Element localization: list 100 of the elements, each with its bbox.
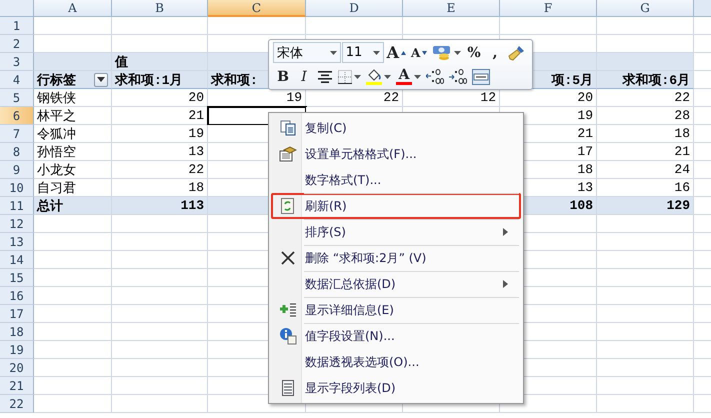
paint-bucket-icon	[366, 68, 382, 84]
menu-item[interactable]: 数据汇总依据(D)	[271, 271, 521, 297]
menu-item[interactable]: 排序(S)	[271, 219, 521, 245]
merge-cells-icon	[472, 68, 490, 84]
column-header[interactable]: D	[306, 0, 403, 17]
caret-icon	[384, 74, 391, 78]
format-button[interactable]: %	[464, 42, 484, 63]
list-icon	[282, 380, 294, 396]
row-header[interactable]: 18	[0, 323, 34, 341]
table-cell: 21	[112, 107, 208, 125]
row-header[interactable]: 11	[0, 197, 34, 215]
table-cell: 孙悟空	[34, 143, 112, 161]
row-header[interactable]: 5	[0, 89, 34, 107]
row-header[interactable]: 7	[0, 125, 34, 143]
caret-icon	[414, 74, 421, 78]
copy-icon	[280, 120, 296, 136]
table-cell: 22	[112, 161, 208, 179]
row-header[interactable]: 2	[0, 35, 34, 53]
table-cell: 20	[112, 89, 208, 107]
caret-icon	[454, 50, 462, 54]
grow-font-button[interactable]: A	[384, 42, 408, 63]
row-header[interactable]: 16	[0, 287, 34, 305]
table-cell: 自习君	[34, 179, 112, 197]
info-icon	[279, 327, 297, 345]
font-size-field[interactable]: 11	[342, 42, 384, 63]
column-header[interactable]: F	[500, 0, 597, 17]
row-header[interactable]: 9	[0, 161, 34, 179]
table-cell: 钢铁侠	[34, 89, 112, 107]
font-color-button[interactable]: A	[394, 66, 423, 87]
row-header[interactable]: 3	[0, 53, 34, 71]
column-header[interactable]: C	[208, 0, 306, 17]
center-align-icon	[318, 70, 332, 82]
row-header[interactable]: 4	[0, 71, 34, 89]
table-cell: 令狐冲	[34, 125, 112, 143]
increase-decimal-button[interactable]	[424, 66, 446, 87]
table-cell: 小龙女	[34, 161, 112, 179]
row-header[interactable]: 10	[0, 179, 34, 197]
decrease-decimal-button[interactable]	[447, 66, 469, 87]
row-header[interactable]: 6	[0, 107, 34, 125]
table-cell: 16	[597, 179, 694, 197]
row-header[interactable]: 13	[0, 233, 34, 251]
row-label-heading: 行标签	[37, 72, 76, 88]
row-header[interactable]: 8	[0, 143, 34, 161]
row-header[interactable]: 22	[0, 395, 34, 413]
format-button[interactable]: ,	[485, 42, 506, 63]
table-cell: 129	[597, 197, 694, 215]
column-header[interactable]: B	[112, 0, 208, 17]
table-cell: 22	[306, 89, 403, 107]
merge-button[interactable]	[470, 66, 492, 87]
close-icon	[281, 251, 295, 265]
menu-item[interactable]: 刷新(R)	[271, 193, 521, 219]
column-header[interactable]: E	[403, 0, 500, 17]
table-cell: 19	[208, 89, 306, 107]
decimal-icon	[426, 68, 444, 84]
table-cell: 值	[112, 53, 208, 71]
money-icon	[432, 44, 452, 62]
menu-item[interactable]: 值字段设置(N)...	[271, 323, 521, 349]
column-header[interactable]: A	[34, 0, 112, 17]
triangle-icon	[401, 50, 406, 54]
row-header[interactable]: 14	[0, 251, 34, 269]
borders-icon	[338, 70, 352, 84]
table-cell: 22	[597, 89, 694, 107]
submenu-arrow-icon	[503, 228, 508, 236]
table-cell: 21	[597, 143, 694, 161]
table-cell: 28	[597, 107, 694, 125]
row-header[interactable]: 15	[0, 269, 34, 287]
row-header[interactable]: 20	[0, 359, 34, 377]
shrink-font-button[interactable]: A	[408, 42, 430, 63]
table-cell: 林平之	[34, 107, 112, 125]
table-cell: 12	[403, 89, 500, 107]
table-cell: 113	[112, 197, 208, 215]
caret-icon	[354, 74, 361, 78]
format-cells-icon	[279, 146, 297, 162]
row-header[interactable]: 1	[0, 17, 34, 35]
table-cell: 20	[500, 89, 597, 107]
row-header[interactable]: 17	[0, 305, 34, 323]
table-cell: 总计	[34, 197, 112, 215]
paintbrush-icon	[508, 44, 526, 62]
decimal-icon	[449, 68, 467, 84]
caret-icon	[372, 50, 380, 54]
menu-item[interactable]: 数据透视表选项(O)...	[271, 349, 521, 375]
row-header[interactable]: 12	[0, 215, 34, 233]
table-cell: 24	[597, 161, 694, 179]
submenu-arrow-icon	[503, 280, 508, 288]
row-header[interactable]: 21	[0, 377, 34, 395]
menu-item[interactable]: 删除 “求和项:2月” (V)	[271, 245, 521, 271]
caret-icon	[330, 50, 337, 54]
column-header[interactable]: G	[597, 0, 694, 17]
triangle-icon	[422, 50, 428, 54]
table-cell: 13	[112, 143, 208, 161]
table-cell: 18	[597, 125, 694, 143]
menu-item[interactable]: 显示详细信息(E)	[271, 297, 521, 323]
table-cell: 求和项:6月	[597, 71, 694, 89]
filter-button[interactable]	[94, 72, 108, 86]
row-header[interactable]: 19	[0, 341, 34, 359]
font-name-field[interactable]: 宋体	[273, 42, 341, 63]
caret-icon	[97, 77, 105, 82]
table-cell: 求和项:1月	[112, 71, 208, 89]
plus-list-icon	[279, 303, 297, 317]
menu-item[interactable]: 显示字段列表(D)	[271, 375, 521, 401]
